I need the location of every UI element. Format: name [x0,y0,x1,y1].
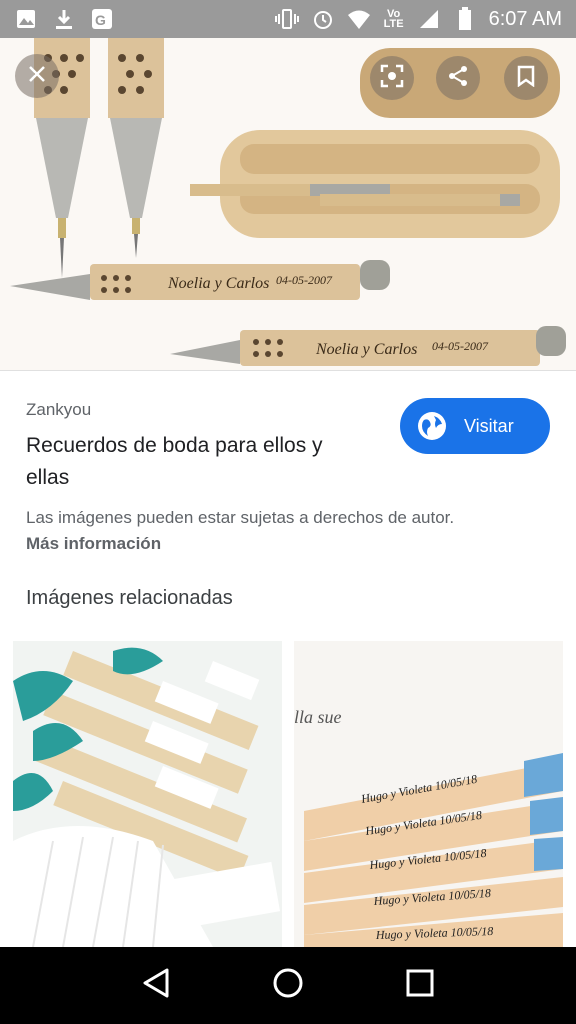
engraving-names-1: Noelia y Carlos [167,275,269,292]
hero-image[interactable]: Noelia y Carlos 04-05-2007 Noelia y Carl… [0,38,576,370]
recents-icon [405,968,435,1003]
bookmark-icon [516,65,536,92]
status-bar: G Vo LTE 6:07 AM [0,0,576,38]
save-button[interactable] [504,56,548,100]
alarm-icon [311,7,335,31]
status-left: G [14,7,114,31]
share-icon [446,64,470,93]
share-button[interactable] [436,56,480,100]
pen-set-illustration: Noelia y Carlos 04-05-2007 Noelia y Carl… [0,38,576,370]
related-heading: Imágenes relacionadas [26,587,233,609]
google-settings-icon: G [90,7,114,31]
close-icon [27,64,47,89]
engraving-date-2: 04-05-2007 [432,339,489,353]
home-button[interactable] [266,964,310,1008]
back-button[interactable] [134,964,178,1008]
visit-button[interactable]: Visitar [400,398,550,454]
image-icon [14,7,38,31]
copyright-notice: Las imágenes pueden estar sujetas a dere… [26,508,455,527]
related-thumb-1[interactable] [13,641,282,947]
more-info-link[interactable]: Más información [26,534,161,554]
navigation-bar [0,947,576,1024]
signal-icon [417,7,441,31]
result-title[interactable]: Recuerdos de boda para ellos y ellas [26,430,366,494]
close-button[interactable] [15,54,59,98]
battery-icon [453,7,477,31]
globe-icon [416,410,448,442]
vibrate-icon [274,7,299,31]
clock: 6:07 AM [488,7,562,30]
engraving-names-2: Noelia y Carlos [315,341,417,358]
source-site[interactable]: Zankyou [26,400,91,420]
wifi-icon [347,7,371,31]
divider [0,370,576,371]
back-icon [141,967,171,1004]
visit-label: Visitar [464,415,514,436]
related-thumb-2[interactable]: lla sue Hugo y Violeta 10/05/18 Hugo y V… [294,641,563,947]
engraved-fans-illustration: lla sue Hugo y Violeta 10/05/18 Hugo y V… [294,641,563,947]
recents-button[interactable] [398,964,442,1008]
caption-text: lla sue [294,707,342,727]
lens-icon [379,63,405,94]
download-icon [52,7,76,31]
status-right: Vo LTE 6:07 AM [274,7,562,31]
home-icon [272,967,304,1004]
lens-button[interactable] [370,56,414,100]
volte-icon: Vo LTE [383,8,404,30]
engraving-date-1: 04-05-2007 [276,273,333,287]
svg-text:G: G [95,12,106,28]
fan-favors-illustration [13,641,282,947]
